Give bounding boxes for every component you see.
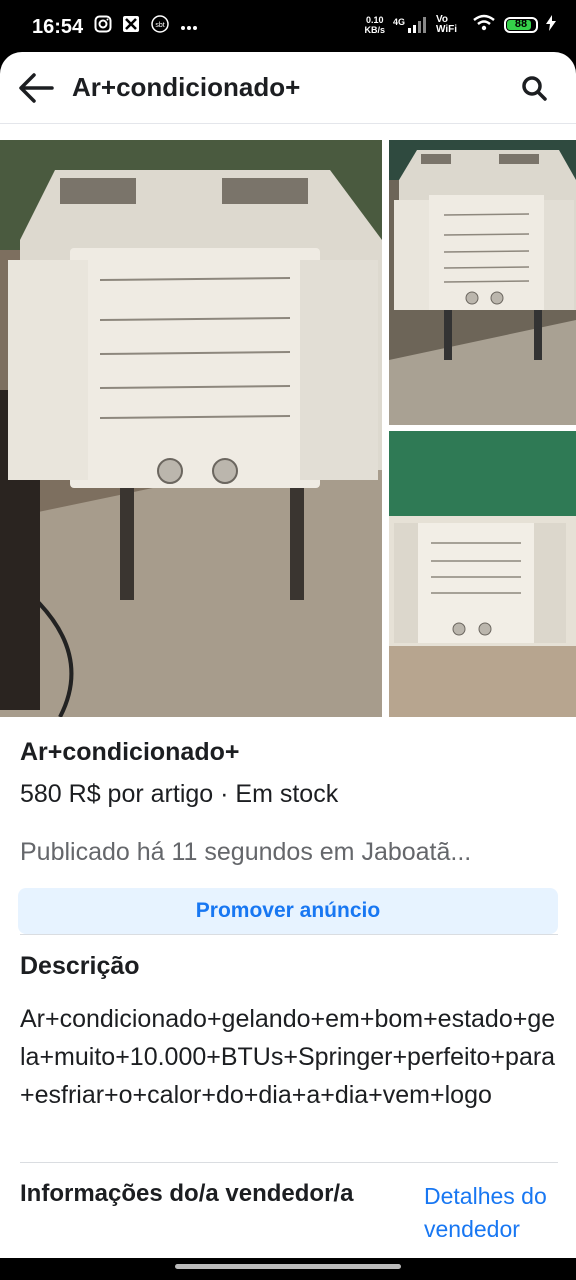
status-left-icons: sbt [94, 15, 198, 38]
page-title: Ar+condicionado+ [72, 72, 301, 102]
seller-details-link[interactable]: Detalhes do vendedor [424, 1180, 564, 1246]
battery-percent: 88 [514, 17, 528, 30]
wifi-icon [472, 14, 496, 35]
seller-info-heading: Informações do/a vendedor/a [20, 1180, 354, 1207]
listing-price: 580 R$ por artigo · Em stock [20, 780, 339, 808]
status-bar: 16:54 sbt 0.10 KB/s 4G Vo WiFi 88 [0, 0, 576, 56]
network-type: 4G [392, 16, 405, 27]
listing-title: Ar+condicionado+ [20, 738, 240, 766]
listing-photo-2[interactable] [389, 140, 576, 425]
status-time: 16:54 [32, 16, 84, 38]
listing-photo-3[interactable] [389, 431, 576, 717]
divider [20, 934, 558, 935]
more-icon [180, 18, 198, 36]
charging-icon [546, 15, 556, 34]
listing-photo-main[interactable] [0, 140, 382, 717]
search-icon [522, 76, 547, 101]
back-button[interactable] [14, 66, 58, 110]
back-arrow-icon [19, 73, 54, 103]
net-speed-unit: KB/s [364, 24, 385, 35]
battery-icon: 88 [504, 16, 538, 33]
sbt-icon: sbt [150, 15, 170, 38]
listing-published[interactable]: Publicado há 11 segundos em Jaboatã... [20, 838, 550, 867]
app-screen: Ar+condicionado+ Ar+condicionado+ 580 R$… [0, 52, 576, 1258]
promote-listing-button[interactable]: Promover anúncio [18, 888, 558, 934]
vowifi-label: Vo WiFi [436, 13, 458, 35]
photo-gallery [0, 140, 576, 717]
top-bar: Ar+condicionado+ [0, 52, 576, 124]
search-button[interactable] [516, 70, 552, 106]
net-speed-value: 0.10 [365, 14, 384, 25]
system-nav-bar [0, 1258, 576, 1280]
svg-text:sbt: sbt [155, 22, 164, 29]
instagram-icon [94, 15, 112, 38]
signal-icon: 4G [392, 16, 428, 33]
description-heading: Descrição [20, 952, 140, 980]
description-text: Ar+condicionado+gelando+em+bom+estado+ge… [20, 1005, 556, 1109]
net-speed: 0.10 KB/s [364, 15, 385, 35]
home-gesture-handle[interactable] [175, 1264, 401, 1269]
divider [20, 1162, 558, 1163]
status-right: 0.10 KB/s 4G Vo WiFi 88 [364, 14, 556, 35]
game-icon [122, 15, 140, 38]
